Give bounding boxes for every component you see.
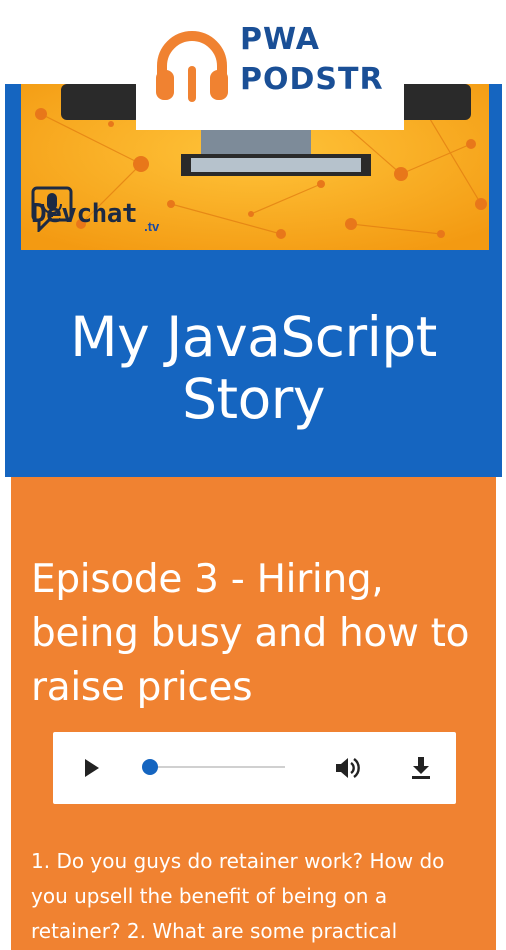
logo-line-1: PWA bbox=[240, 22, 320, 57]
episode-description: 1. Do you guys do retainer work? How do … bbox=[31, 849, 445, 943]
volume-button[interactable] bbox=[333, 754, 361, 782]
podcast-title: My JavaScript Story bbox=[70, 305, 437, 431]
devchat-logo: Devchat .tv bbox=[31, 184, 159, 244]
seek-slider[interactable] bbox=[142, 759, 285, 775]
app-logo-text: PWA PODSTR bbox=[240, 20, 384, 100]
download-button[interactable] bbox=[407, 754, 435, 782]
download-icon bbox=[412, 757, 430, 779]
episode-card: Episode 3 - Hiring, being busy and how t… bbox=[11, 477, 496, 950]
play-icon bbox=[85, 759, 99, 777]
audio-player bbox=[53, 732, 456, 804]
seek-thumb[interactable] bbox=[142, 759, 158, 775]
episode-title: Episode 3 - Hiring, being busy and how t… bbox=[31, 557, 470, 710]
podcast-cover: Devchat .tv My JavaScript Story bbox=[5, 84, 502, 477]
volume-icon bbox=[336, 758, 360, 778]
devchat-brand-suffix: .tv bbox=[144, 219, 160, 234]
microphone-bubble-icon bbox=[31, 186, 73, 232]
play-button[interactable] bbox=[77, 754, 105, 782]
headphones-icon bbox=[156, 31, 228, 102]
logo-line-2: PODSTR bbox=[240, 62, 384, 97]
app-logo[interactable]: PWA PODSTR bbox=[136, 0, 404, 130]
